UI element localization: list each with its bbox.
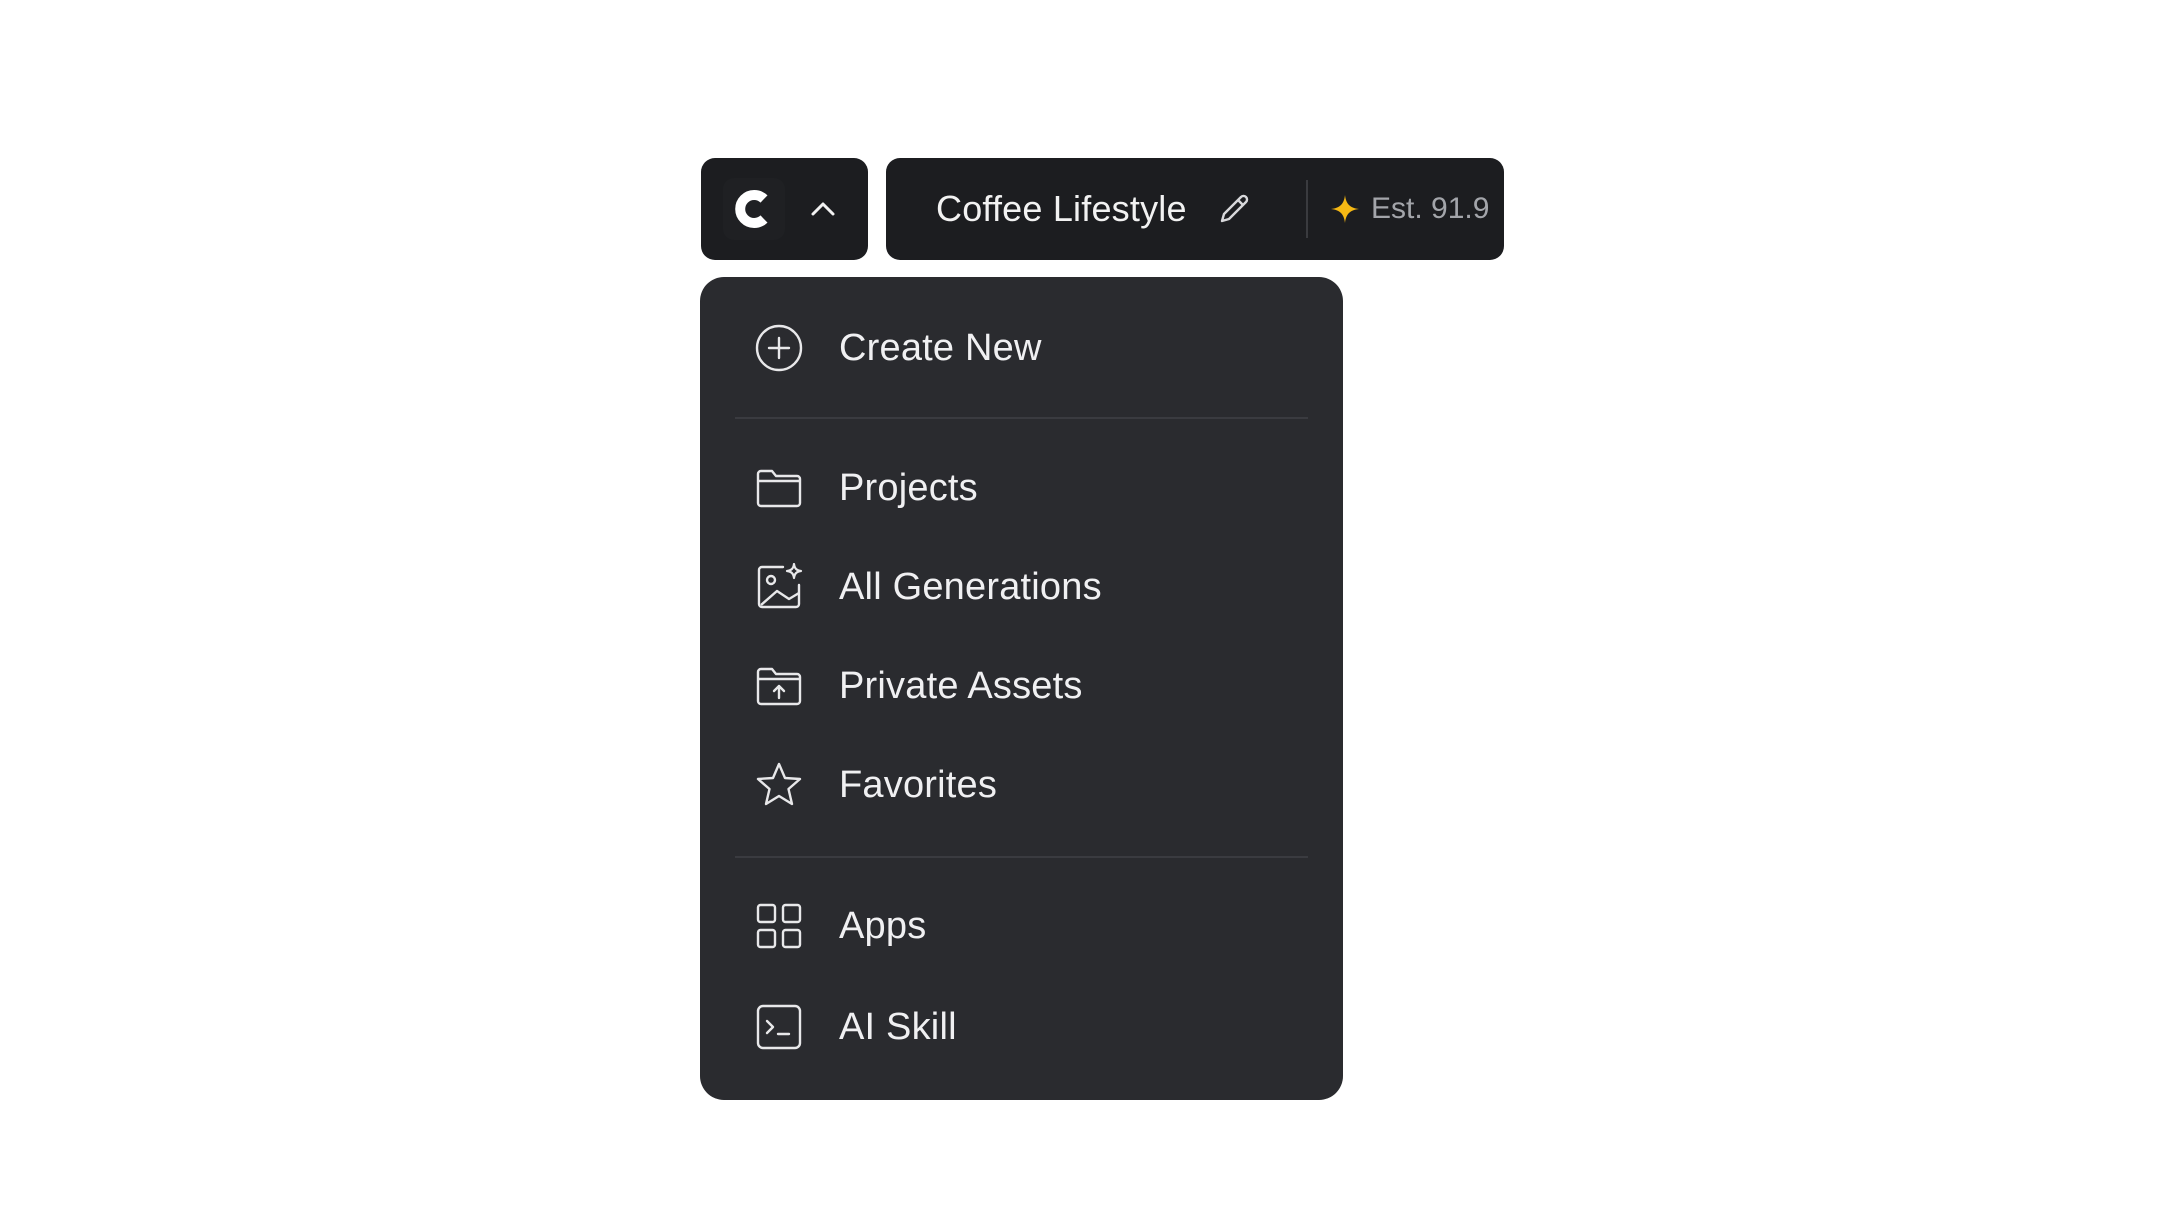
menu-item-label: Private Assets: [839, 665, 1083, 707]
menu-item-label: Projects: [839, 467, 978, 509]
dropdown-menu: Create New Projects All Generations Priv…: [700, 277, 1343, 1100]
star-icon: [755, 761, 803, 809]
folder-icon: [755, 464, 803, 512]
image-sparkle-icon: [755, 563, 803, 611]
menu-divider: [735, 856, 1308, 858]
header-divider: [1306, 180, 1308, 238]
menu-item-label: Create New: [839, 327, 1042, 369]
grid-icon: [755, 902, 803, 950]
menu-item-private-assets[interactable]: Private Assets: [728, 645, 1315, 727]
app-switcher-button[interactable]: [701, 158, 868, 260]
terminal-icon: [755, 1003, 803, 1051]
chevron-up-icon: [805, 191, 841, 227]
project-header: Coffee Lifestyle Est. 91.9: [886, 158, 1504, 260]
menu-item-favorites[interactable]: Favorites: [728, 744, 1315, 826]
estimate-label: Est. 91.9: [1371, 192, 1490, 225]
menu-divider: [735, 417, 1308, 419]
plus-circle-icon: [755, 324, 803, 372]
menu-item-create-new[interactable]: Create New: [728, 307, 1315, 389]
menu-item-label: Apps: [839, 905, 927, 947]
menu-item-ai-skill[interactable]: AI Skill: [728, 986, 1315, 1068]
menu-item-apps[interactable]: Apps: [728, 885, 1315, 967]
menu-item-label: All Generations: [839, 566, 1102, 608]
pencil-icon[interactable]: [1214, 189, 1254, 229]
folder-upload-icon: [755, 662, 803, 710]
c-logo-icon: [723, 178, 785, 240]
sparkle-icon: [1329, 193, 1361, 225]
menu-item-label: AI Skill: [839, 1006, 957, 1048]
menu-item-all-generations[interactable]: All Generations: [728, 546, 1315, 628]
project-title[interactable]: Coffee Lifestyle: [936, 158, 1187, 260]
menu-item-projects[interactable]: Projects: [728, 447, 1315, 529]
menu-item-label: Favorites: [839, 764, 998, 806]
